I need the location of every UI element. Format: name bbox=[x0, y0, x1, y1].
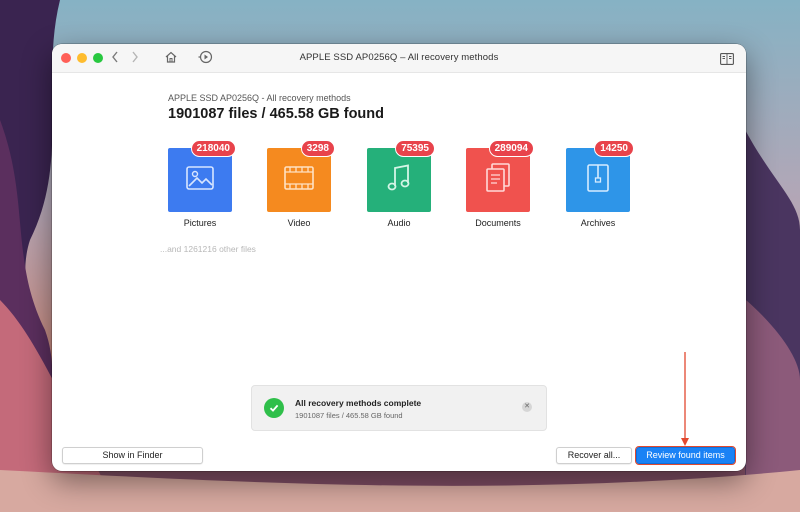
category-archives[interactable]: 14250 Archives bbox=[566, 140, 634, 228]
category-documents[interactable]: 289094 Documents bbox=[466, 140, 534, 228]
category-tile[interactable]: 3298 bbox=[267, 140, 335, 212]
category-label: Archives bbox=[580, 218, 616, 228]
music-note-icon bbox=[387, 163, 411, 197]
archive-icon bbox=[587, 163, 609, 197]
results-headline: 1901087 files / 465.58 GB found bbox=[168, 106, 384, 122]
show-in-finder-button[interactable]: Show in Finder bbox=[62, 447, 203, 464]
category-tile[interactable]: 218040 bbox=[168, 140, 236, 212]
count-badge: 218040 bbox=[190, 140, 236, 157]
film-icon bbox=[284, 165, 314, 195]
category-tile[interactable]: 75395 bbox=[367, 140, 435, 212]
category-label: Pictures bbox=[183, 218, 217, 228]
other-files-link[interactable]: ...and 1261216 other files bbox=[160, 244, 256, 254]
main-content: APPLE SSD AP0256Q - All recovery methods… bbox=[52, 72, 746, 471]
notification-detail: 1901087 files / 465.58 GB found bbox=[295, 411, 403, 420]
category-label: Audio bbox=[387, 218, 411, 228]
category-video[interactable]: 3298 Video bbox=[267, 140, 335, 228]
count-badge: 75395 bbox=[395, 140, 435, 157]
scan-source-label: APPLE SSD AP0256Q - All recovery methods bbox=[168, 93, 351, 103]
completion-notification: All recovery methods complete 1901087 fi… bbox=[251, 385, 547, 431]
category-pictures[interactable]: 218040 Pictures bbox=[168, 140, 236, 228]
category-tile[interactable]: 14250 bbox=[566, 140, 634, 212]
document-icon bbox=[485, 162, 511, 198]
recover-all-button[interactable]: Recover all... bbox=[556, 447, 632, 464]
category-label: Documents bbox=[475, 218, 521, 228]
category-audio[interactable]: 75395 Audio bbox=[367, 140, 435, 228]
window-title: APPLE SSD AP0256Q – All recovery methods bbox=[299, 52, 499, 63]
recovery-window: APPLE SSD AP0256Q – All recovery methods… bbox=[52, 44, 746, 471]
count-badge: 14250 bbox=[594, 140, 634, 157]
title-bar: APPLE SSD AP0256Q – All recovery methods bbox=[52, 44, 746, 73]
checkmark-icon bbox=[264, 398, 284, 418]
picture-icon bbox=[186, 165, 214, 195]
book-icon[interactable] bbox=[720, 52, 734, 70]
review-found-items-button[interactable]: Review found items bbox=[634, 445, 737, 466]
notification-title: All recovery methods complete bbox=[295, 398, 422, 408]
category-label: Video bbox=[287, 218, 311, 228]
count-badge: 289094 bbox=[488, 140, 534, 157]
count-badge: 3298 bbox=[300, 140, 335, 157]
close-icon[interactable]: ✕ bbox=[522, 402, 532, 412]
category-tile[interactable]: 289094 bbox=[466, 140, 534, 212]
